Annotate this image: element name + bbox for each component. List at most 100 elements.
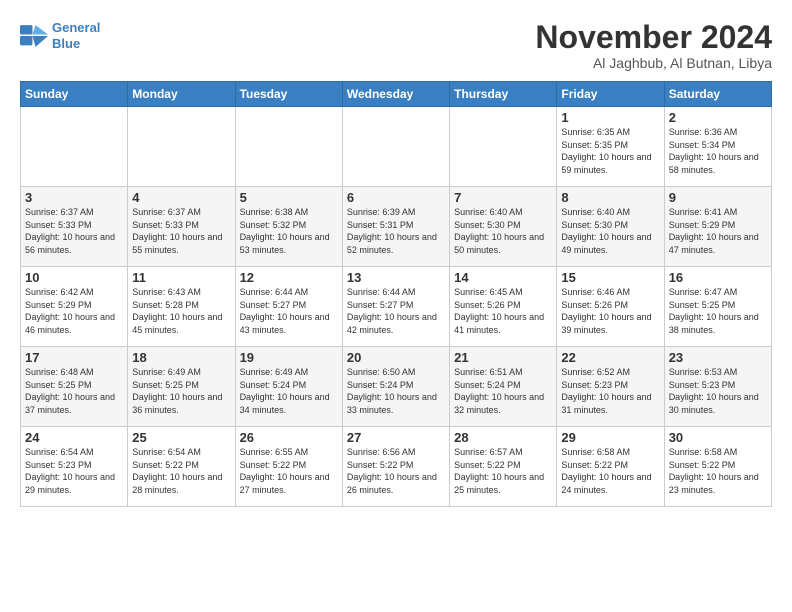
day-number: 18 [132,350,230,365]
day-number: 3 [25,190,123,205]
day-number: 26 [240,430,338,445]
calendar-cell: 1Sunrise: 6:35 AM Sunset: 5:35 PM Daylig… [557,107,664,187]
calendar-cell: 25Sunrise: 6:54 AM Sunset: 5:22 PM Dayli… [128,427,235,507]
day-number: 22 [561,350,659,365]
calendar-cell: 17Sunrise: 6:48 AM Sunset: 5:25 PM Dayli… [21,347,128,427]
weekday-tuesday: Tuesday [235,82,342,107]
day-info: Sunrise: 6:37 AM Sunset: 5:33 PM Dayligh… [132,206,230,256]
day-number: 30 [669,430,767,445]
day-number: 5 [240,190,338,205]
weekday-saturday: Saturday [664,82,771,107]
calendar-cell: 6Sunrise: 6:39 AM Sunset: 5:31 PM Daylig… [342,187,449,267]
day-number: 15 [561,270,659,285]
day-info: Sunrise: 6:54 AM Sunset: 5:22 PM Dayligh… [132,446,230,496]
day-number: 25 [132,430,230,445]
day-info: Sunrise: 6:37 AM Sunset: 5:33 PM Dayligh… [25,206,123,256]
day-info: Sunrise: 6:48 AM Sunset: 5:25 PM Dayligh… [25,366,123,416]
day-number: 10 [25,270,123,285]
day-info: Sunrise: 6:35 AM Sunset: 5:35 PM Dayligh… [561,126,659,176]
calendar-cell: 19Sunrise: 6:49 AM Sunset: 5:24 PM Dayli… [235,347,342,427]
calendar-cell: 20Sunrise: 6:50 AM Sunset: 5:24 PM Dayli… [342,347,449,427]
calendar-cell: 27Sunrise: 6:56 AM Sunset: 5:22 PM Dayli… [342,427,449,507]
day-info: Sunrise: 6:45 AM Sunset: 5:26 PM Dayligh… [454,286,552,336]
day-info: Sunrise: 6:41 AM Sunset: 5:29 PM Dayligh… [669,206,767,256]
calendar-cell: 10Sunrise: 6:42 AM Sunset: 5:29 PM Dayli… [21,267,128,347]
logo-icon [20,25,48,47]
week-row-5: 24Sunrise: 6:54 AM Sunset: 5:23 PM Dayli… [21,427,772,507]
day-info: Sunrise: 6:54 AM Sunset: 5:23 PM Dayligh… [25,446,123,496]
calendar-cell [21,107,128,187]
day-number: 11 [132,270,230,285]
day-info: Sunrise: 6:52 AM Sunset: 5:23 PM Dayligh… [561,366,659,416]
calendar-cell: 14Sunrise: 6:45 AM Sunset: 5:26 PM Dayli… [450,267,557,347]
day-number: 17 [25,350,123,365]
day-number: 24 [25,430,123,445]
weekday-monday: Monday [128,82,235,107]
calendar-cell: 23Sunrise: 6:53 AM Sunset: 5:23 PM Dayli… [664,347,771,427]
day-info: Sunrise: 6:46 AM Sunset: 5:26 PM Dayligh… [561,286,659,336]
logo-line1: General [52,20,100,35]
weekday-friday: Friday [557,82,664,107]
calendar-cell [128,107,235,187]
day-number: 12 [240,270,338,285]
day-info: Sunrise: 6:44 AM Sunset: 5:27 PM Dayligh… [347,286,445,336]
calendar-cell: 18Sunrise: 6:49 AM Sunset: 5:25 PM Dayli… [128,347,235,427]
day-number: 29 [561,430,659,445]
week-row-3: 10Sunrise: 6:42 AM Sunset: 5:29 PM Dayli… [21,267,772,347]
calendar-cell: 22Sunrise: 6:52 AM Sunset: 5:23 PM Dayli… [557,347,664,427]
calendar-cell: 11Sunrise: 6:43 AM Sunset: 5:28 PM Dayli… [128,267,235,347]
day-number: 2 [669,110,767,125]
calendar-cell: 2Sunrise: 6:36 AM Sunset: 5:34 PM Daylig… [664,107,771,187]
calendar-cell: 24Sunrise: 6:54 AM Sunset: 5:23 PM Dayli… [21,427,128,507]
day-number: 21 [454,350,552,365]
weekday-sunday: Sunday [21,82,128,107]
calendar-cell [342,107,449,187]
day-info: Sunrise: 6:44 AM Sunset: 5:27 PM Dayligh… [240,286,338,336]
day-number: 6 [347,190,445,205]
day-info: Sunrise: 6:36 AM Sunset: 5:34 PM Dayligh… [669,126,767,176]
day-info: Sunrise: 6:47 AM Sunset: 5:25 PM Dayligh… [669,286,767,336]
day-info: Sunrise: 6:51 AM Sunset: 5:24 PM Dayligh… [454,366,552,416]
day-info: Sunrise: 6:56 AM Sunset: 5:22 PM Dayligh… [347,446,445,496]
day-info: Sunrise: 6:53 AM Sunset: 5:23 PM Dayligh… [669,366,767,416]
day-number: 4 [132,190,230,205]
day-number: 7 [454,190,552,205]
month-title: November 2024 [535,20,772,55]
week-row-4: 17Sunrise: 6:48 AM Sunset: 5:25 PM Dayli… [21,347,772,427]
weekday-thursday: Thursday [450,82,557,107]
day-info: Sunrise: 6:40 AM Sunset: 5:30 PM Dayligh… [454,206,552,256]
day-info: Sunrise: 6:57 AM Sunset: 5:22 PM Dayligh… [454,446,552,496]
header: General Blue November 2024 Al Jaghbub, A… [20,20,772,71]
day-info: Sunrise: 6:43 AM Sunset: 5:28 PM Dayligh… [132,286,230,336]
day-number: 13 [347,270,445,285]
day-info: Sunrise: 6:40 AM Sunset: 5:30 PM Dayligh… [561,206,659,256]
day-number: 14 [454,270,552,285]
calendar-cell: 28Sunrise: 6:57 AM Sunset: 5:22 PM Dayli… [450,427,557,507]
calendar-cell: 26Sunrise: 6:55 AM Sunset: 5:22 PM Dayli… [235,427,342,507]
day-number: 23 [669,350,767,365]
calendar-cell: 12Sunrise: 6:44 AM Sunset: 5:27 PM Dayli… [235,267,342,347]
day-number: 1 [561,110,659,125]
calendar-cell: 5Sunrise: 6:38 AM Sunset: 5:32 PM Daylig… [235,187,342,267]
day-info: Sunrise: 6:50 AM Sunset: 5:24 PM Dayligh… [347,366,445,416]
weekday-wednesday: Wednesday [342,82,449,107]
calendar-cell: 9Sunrise: 6:41 AM Sunset: 5:29 PM Daylig… [664,187,771,267]
calendar-cell: 30Sunrise: 6:58 AM Sunset: 5:22 PM Dayli… [664,427,771,507]
calendar-cell: 4Sunrise: 6:37 AM Sunset: 5:33 PM Daylig… [128,187,235,267]
calendar-cell: 15Sunrise: 6:46 AM Sunset: 5:26 PM Dayli… [557,267,664,347]
day-info: Sunrise: 6:49 AM Sunset: 5:25 PM Dayligh… [132,366,230,416]
day-info: Sunrise: 6:38 AM Sunset: 5:32 PM Dayligh… [240,206,338,256]
day-info: Sunrise: 6:58 AM Sunset: 5:22 PM Dayligh… [561,446,659,496]
calendar-cell: 21Sunrise: 6:51 AM Sunset: 5:24 PM Dayli… [450,347,557,427]
calendar-table: SundayMondayTuesdayWednesdayThursdayFrid… [20,81,772,507]
calendar-cell: 7Sunrise: 6:40 AM Sunset: 5:30 PM Daylig… [450,187,557,267]
logo-line2: Blue [52,36,80,51]
weekday-header-row: SundayMondayTuesdayWednesdayThursdayFrid… [21,82,772,107]
day-number: 19 [240,350,338,365]
day-info: Sunrise: 6:58 AM Sunset: 5:22 PM Dayligh… [669,446,767,496]
day-number: 27 [347,430,445,445]
calendar-cell: 29Sunrise: 6:58 AM Sunset: 5:22 PM Dayli… [557,427,664,507]
calendar-cell: 3Sunrise: 6:37 AM Sunset: 5:33 PM Daylig… [21,187,128,267]
day-info: Sunrise: 6:42 AM Sunset: 5:29 PM Dayligh… [25,286,123,336]
day-number: 9 [669,190,767,205]
